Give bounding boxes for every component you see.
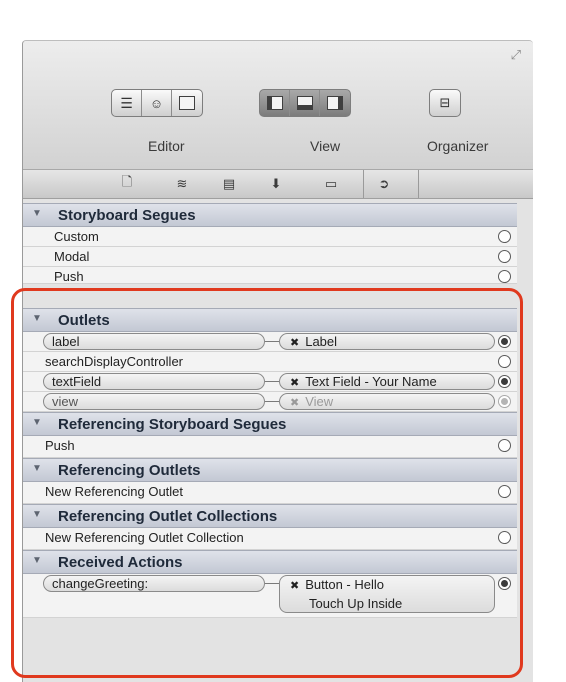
view-label: View (310, 138, 341, 154)
navigator-toggle-button[interactable] (260, 90, 290, 116)
row-label: Custom (54, 229, 99, 244)
tab-divider (363, 170, 364, 198)
size-inspector-icon[interactable]: ▭ (322, 175, 340, 193)
tab-divider (418, 170, 419, 198)
utilities-toggle-button[interactable] (320, 90, 350, 116)
assistant-editor-button[interactable]: ☺ (142, 90, 172, 116)
debug-area-icon (296, 96, 313, 110)
identity-inspector-icon[interactable]: ▤ (220, 175, 238, 193)
inspector-tab-bar: 🗋 ≋ ▤ ⬇ ▭ ➲ (23, 170, 533, 199)
view-segmented-control (259, 89, 351, 117)
organizer-icon: ⊟ (439, 95, 451, 110)
navigator-icon (266, 96, 283, 110)
disclosure-triangle-icon[interactable]: ▼ (32, 208, 42, 219)
connections-inspector-icon[interactable]: ➲ (375, 175, 393, 193)
debug-area-toggle-button[interactable] (290, 90, 320, 116)
organizer-button-face[interactable]: ⊟ (430, 90, 460, 116)
assistant-editor-icon: ☺ (149, 95, 164, 111)
quick-help-icon[interactable]: ≋ (173, 175, 191, 193)
version-editor-button[interactable] (172, 90, 202, 116)
list-item-custom: Custom (23, 227, 517, 247)
utilities-icon (327, 96, 343, 110)
connection-circle[interactable] (498, 250, 511, 263)
organizer-label: Organizer (427, 138, 489, 154)
callout-highlight-box (11, 288, 523, 678)
standard-editor-icon: ☰ (120, 94, 133, 111)
connection-circle[interactable] (498, 230, 511, 243)
list-item-modal: Modal (23, 247, 517, 267)
file-inspector-icon[interactable]: 🗋 (118, 174, 136, 193)
editor-label: Editor (148, 138, 185, 154)
standard-editor-button[interactable]: ☰ (112, 90, 142, 116)
editor-segmented-control: ☰ ☺ (111, 89, 203, 117)
list-item-push: Push (23, 267, 517, 284)
fullscreen-resize-icon[interactable]: ⤢ (511, 47, 521, 63)
section-title: Storyboard Segues (58, 207, 196, 224)
connection-circle[interactable] (498, 270, 511, 283)
row-label: Modal (54, 249, 90, 264)
toolbar: ⤢ ☰ ☺ ⊟ Editor View Organizer (23, 41, 533, 170)
section-storyboard-segues[interactable]: ▼ Storyboard Segues (23, 203, 517, 227)
version-editor-icon (179, 96, 195, 110)
organizer-button[interactable]: ⊟ (429, 89, 461, 117)
attributes-inspector-icon[interactable]: ⬇ (267, 175, 285, 193)
row-label: Push (54, 269, 84, 284)
